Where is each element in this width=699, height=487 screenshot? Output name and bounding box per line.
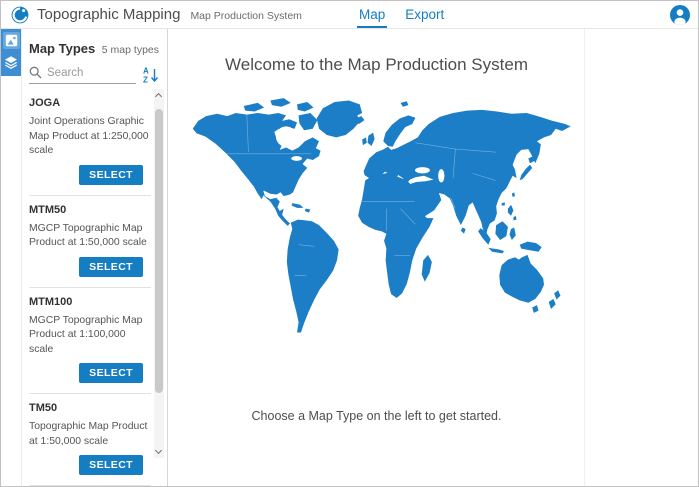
- world-map: [181, 91, 573, 347]
- user-avatar-icon[interactable]: [670, 5, 690, 25]
- map-type-name: MTM100: [29, 296, 149, 308]
- list-item-mtm50: MTM50 MGCP Topographic Map Product at 1:…: [29, 196, 151, 288]
- header-tabs: Map Export: [357, 1, 446, 28]
- tool-rail-active-group: [1, 29, 21, 76]
- sidebar-scrollbar[interactable]: [154, 89, 164, 458]
- select-button-joga[interactable]: SELECT: [79, 165, 143, 185]
- map-types-count: 5 map types: [102, 44, 159, 56]
- scrollbar-thumb[interactable]: [155, 109, 163, 393]
- map-type-name: TM50: [29, 402, 149, 414]
- map-type-name: MTM50: [29, 204, 149, 216]
- select-button-mtm100[interactable]: SELECT: [79, 363, 143, 383]
- welcome-title: Welcome to the Map Production System: [169, 55, 584, 75]
- select-button-mtm50[interactable]: SELECT: [79, 257, 143, 277]
- globe-logo-icon: [11, 6, 29, 24]
- select-button-tm50[interactable]: SELECT: [79, 455, 143, 475]
- list-item-joga: JOGA Joint Operations Graphic Map Produc…: [29, 89, 151, 196]
- panel-title: Map Types: [29, 41, 95, 56]
- app-header: Topographic Mapping Map Production Syste…: [1, 1, 698, 29]
- list-item-tm50: TM50 Topographic Map Product at 1:50,000…: [29, 394, 151, 486]
- map-types-panel-header: Map Types 5 map types A Z: [22, 29, 167, 84]
- instruction-text: Choose a Map Type on the left to get sta…: [169, 409, 584, 423]
- main-area: Welcome to the Map Production System: [169, 29, 698, 486]
- chevron-down-icon[interactable]: [155, 447, 162, 454]
- svg-text:A: A: [143, 67, 149, 76]
- tab-map[interactable]: Map: [357, 1, 387, 28]
- map-type-description: MGCP Topographic Map Product at 1:50,000…: [29, 222, 149, 251]
- search-icon: [29, 66, 42, 79]
- world-map-continents: [193, 98, 571, 332]
- layers-panel-icon[interactable]: [3, 53, 20, 70]
- map-type-list: JOGA Joint Operations Graphic Map Produc…: [29, 89, 151, 486]
- search-box: [29, 66, 136, 84]
- tab-export[interactable]: Export: [403, 1, 446, 28]
- map-type-description: MGCP Topographic Map Product at 1:100,00…: [29, 314, 149, 358]
- app-title: Topographic Mapping: [37, 6, 180, 23]
- tool-rail: [1, 29, 22, 486]
- map-type-description: Topographic Map Product at 1:50,000 scal…: [29, 420, 149, 449]
- map-types-panel: Map Types 5 map types A Z: [22, 29, 168, 486]
- map-panel-icon[interactable]: [3, 32, 20, 49]
- map-type-name: JOGA: [29, 97, 149, 109]
- list-item-mtm100: MTM100 MGCP Topographic Map Product at 1…: [29, 288, 151, 395]
- welcome-content: Welcome to the Map Production System: [169, 29, 585, 486]
- app-window: Topographic Mapping Map Production Syste…: [0, 0, 699, 487]
- chevron-up-icon[interactable]: [155, 93, 162, 100]
- map-type-description: Joint Operations Graphic Map Product at …: [29, 115, 149, 159]
- svg-text:Z: Z: [143, 76, 148, 85]
- app-subtitle: Map Production System: [190, 7, 301, 22]
- sort-az-icon[interactable]: A Z: [143, 66, 159, 84]
- search-input[interactable]: [47, 67, 117, 79]
